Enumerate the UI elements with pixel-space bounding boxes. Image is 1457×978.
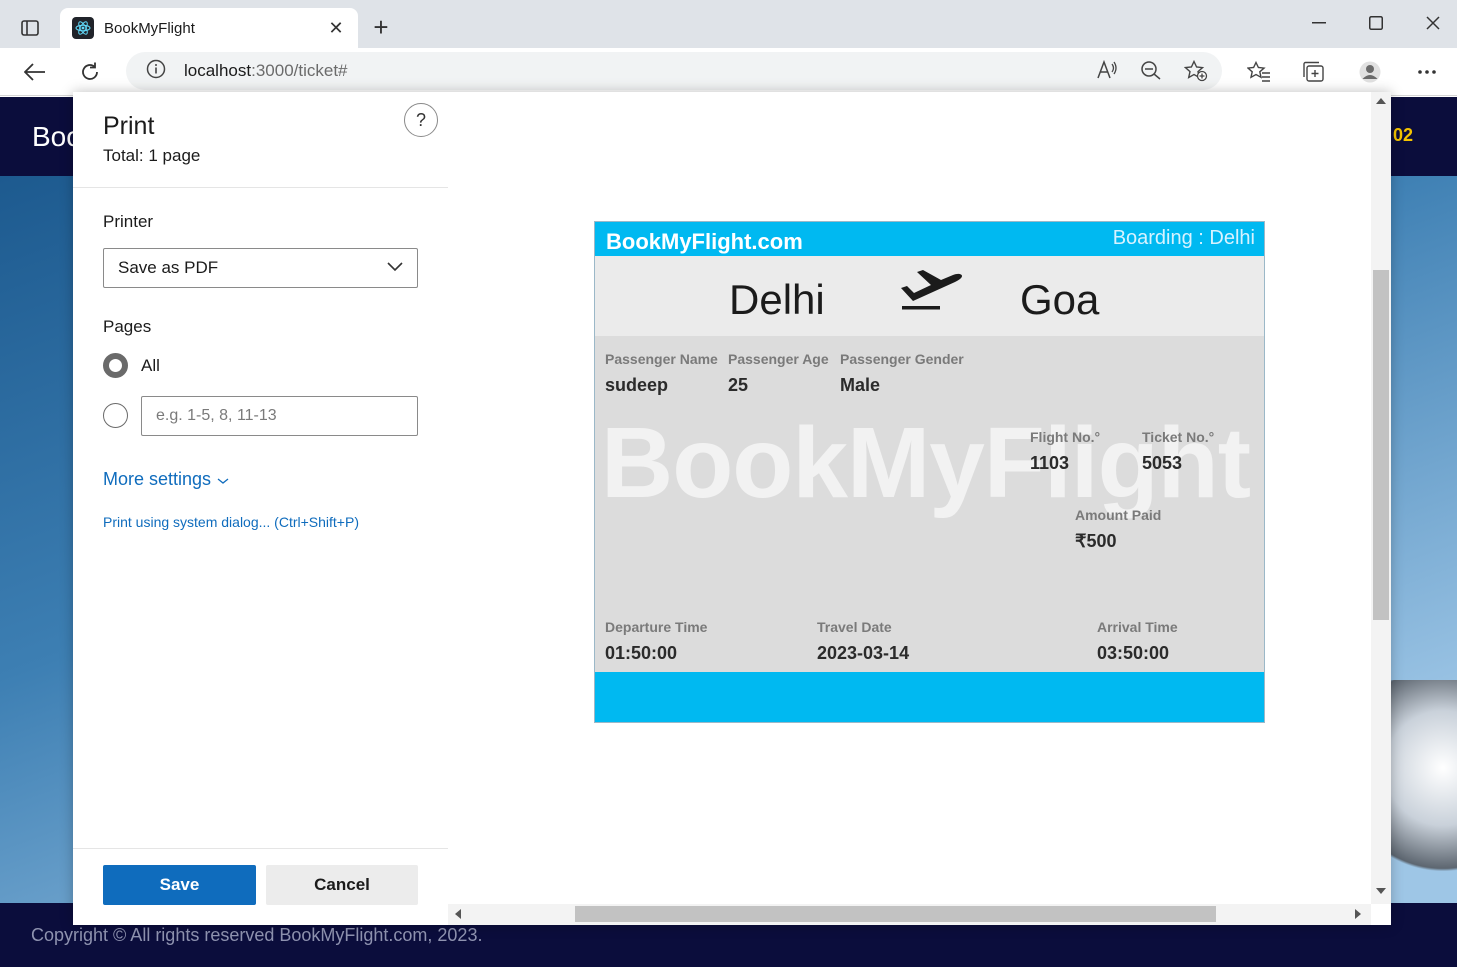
close-tab-icon[interactable]: ✕ (326, 18, 346, 38)
profile-icon[interactable] (1357, 60, 1383, 84)
passenger-age-label: Passenger Age (728, 351, 829, 367)
help-icon[interactable]: ? (404, 103, 438, 137)
print-page-total: Total: 1 page (103, 146, 201, 165)
ticket-no-label: Ticket No.° (1142, 429, 1215, 445)
scrollbar-thumb[interactable] (1373, 270, 1389, 620)
url-path: :3000/ticket# (251, 61, 348, 80)
close-window-icon[interactable] (1418, 10, 1448, 36)
minimize-icon[interactable] (1304, 10, 1334, 36)
route-band: Delhi Goa (595, 256, 1264, 336)
pages-all-radio[interactable] (103, 353, 128, 378)
scroll-left-icon[interactable] (455, 909, 461, 919)
url-field[interactable]: localhost:3000/ticket# (126, 52, 1222, 90)
scroll-down-icon[interactable] (1376, 888, 1386, 894)
chevron-down-icon (387, 259, 403, 277)
url-text: localhost:3000/ticket# (184, 61, 348, 81)
refresh-icon[interactable] (75, 58, 105, 86)
save-button[interactable]: Save (103, 865, 256, 905)
more-options-icon[interactable] (1414, 60, 1440, 84)
divider (73, 848, 448, 849)
divider (73, 187, 448, 188)
tab-actions-icon[interactable] (14, 14, 46, 42)
destination-city: Goa (1020, 276, 1100, 323)
page-bottom (0, 967, 1457, 978)
scroll-up-icon[interactable] (1376, 98, 1386, 104)
print-settings-panel: Print Total: 1 page ? Printer Save as PD… (73, 92, 448, 925)
tab-title: BookMyFlight (104, 19, 195, 37)
print-dialog: Print Total: 1 page ? Printer Save as PD… (73, 92, 1391, 925)
site-info-icon[interactable] (146, 59, 166, 84)
zoom-out-icon[interactable] (1140, 60, 1162, 87)
printer-value: Save as PDF (118, 258, 219, 277)
passenger-age: 25 (728, 375, 749, 395)
favorites-icon[interactable] (1246, 60, 1272, 84)
airplane-image (1387, 680, 1457, 900)
pages-range-input[interactable] (141, 396, 418, 436)
amount-paid-label: Amount Paid (1075, 507, 1162, 523)
read-aloud-icon[interactable] (1096, 59, 1118, 87)
footer-copyright: Copyright © All rights reserved BookMyFl… (31, 925, 483, 945)
more-settings-link[interactable]: More settings (103, 469, 229, 490)
more-settings-label: More settings (103, 469, 212, 489)
scrollbar-thumb[interactable] (575, 906, 1216, 922)
system-dialog-link[interactable]: Print using system dialog... (Ctrl+Shift… (103, 514, 359, 530)
url-host: localhost (184, 61, 252, 80)
passenger-gender-label: Passenger Gender (840, 351, 964, 367)
departure-time: 01:50:00 (605, 643, 678, 663)
tab-bar: BookMyFlight ✕ + (0, 0, 1457, 48)
chevron-down-icon (217, 469, 229, 490)
travel-date-label: Travel Date (817, 619, 892, 635)
passenger-name-label: Passenger Name (605, 351, 718, 367)
pages-custom-radio[interactable] (103, 403, 128, 428)
ticket-body: BookMyFlight Passenger Name sudeep Passe… (595, 336, 1264, 672)
ticket-header: BookMyFlight.com Boarding : Delhi (595, 222, 1264, 256)
travel-date: 2023-03-14 (817, 643, 910, 663)
site-user-label: 02 (1392, 125, 1413, 145)
amount-paid: ₹500 (1075, 531, 1117, 551)
passenger-name: sudeep (605, 375, 669, 395)
printer-label: Printer (103, 212, 154, 231)
vertical-scrollbar[interactable] (1371, 92, 1391, 904)
collections-icon[interactable] (1300, 60, 1326, 84)
scroll-right-icon[interactable] (1355, 909, 1361, 919)
ticket-brand: BookMyFlight.com (606, 229, 803, 254)
new-tab-icon[interactable]: + (368, 14, 394, 40)
address-bar: localhost:3000/ticket# (0, 48, 1457, 96)
arrival-time: 03:50:00 (1097, 643, 1170, 663)
ticket-boarding: Boarding : Delhi (1112, 227, 1255, 249)
cancel-button[interactable]: Cancel (266, 865, 418, 905)
arrival-time-label: Arrival Time (1097, 619, 1178, 635)
flight-no-label: Flight No.° (1030, 429, 1101, 445)
ticket-preview: BookMyFlight.com Boarding : Delhi Delhi … (594, 221, 1265, 723)
flight-no: 1103 (1030, 453, 1070, 473)
maximize-icon[interactable] (1361, 10, 1391, 36)
passenger-gender: Male (840, 375, 881, 395)
ticket-footer (595, 672, 1264, 722)
airplane-takeoff-icon (897, 268, 963, 317)
react-icon (72, 17, 94, 39)
printer-select[interactable]: Save as PDF (103, 248, 418, 288)
origin-city: Delhi (729, 276, 825, 323)
ticket-no: 5053 (1142, 453, 1183, 473)
back-icon[interactable] (20, 58, 50, 86)
add-favorite-icon[interactable] (1183, 59, 1208, 87)
print-title: Print (103, 112, 155, 140)
pages-label: Pages (103, 317, 152, 336)
horizontal-scrollbar[interactable] (448, 904, 1371, 925)
departure-time-label: Departure Time (605, 619, 708, 635)
pages-all-label: All (141, 356, 160, 375)
browser-tab[interactable]: BookMyFlight ✕ (60, 8, 358, 48)
